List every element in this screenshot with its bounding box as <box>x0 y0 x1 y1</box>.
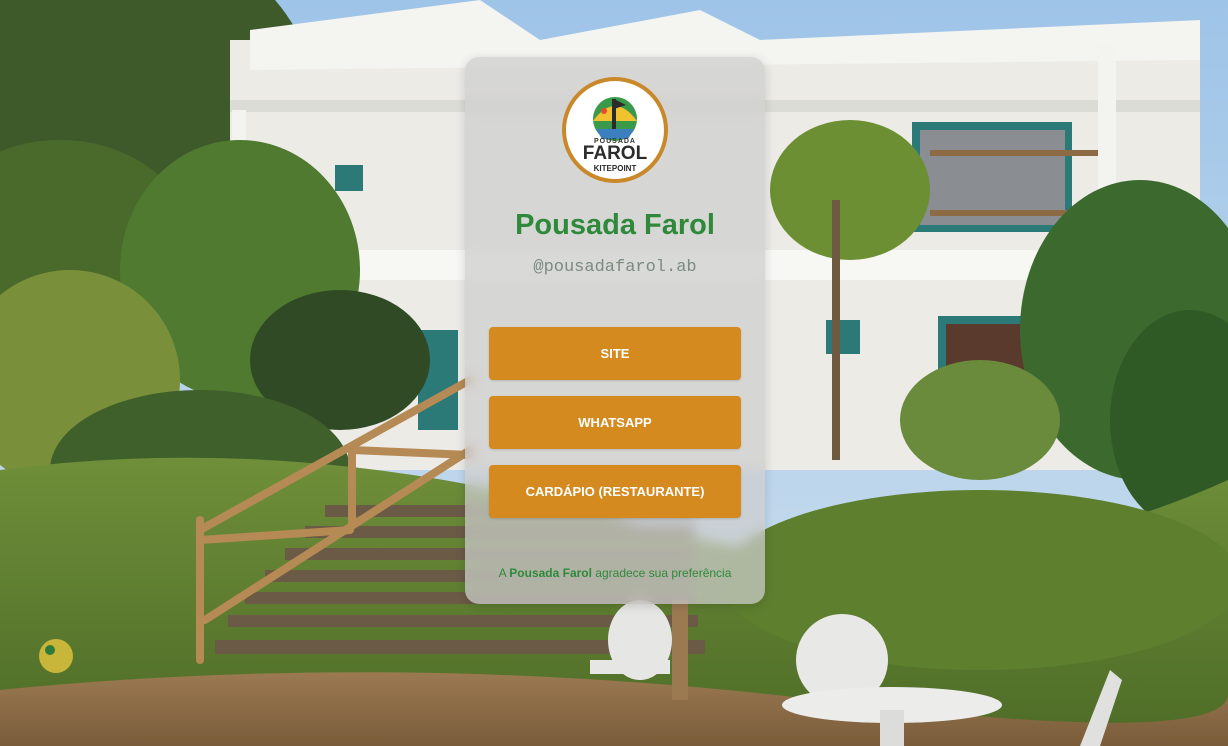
profile-card: POUSADA FAROL KITEPOINT Pousada Farol @p… <box>465 57 765 604</box>
footer-prefix: A <box>498 566 510 580</box>
whatsapp-link-button[interactable]: WHATSAPP <box>489 396 741 449</box>
menu-link-button[interactable]: CARDÁPIO (RESTAURANTE) <box>489 465 741 518</box>
logo-bottom-text: KITEPOINT <box>593 164 637 173</box>
pousada-farol-logo: POUSADA FAROL KITEPOINT <box>562 77 668 183</box>
footer-text: A Pousada Farol agradece sua preferência <box>465 566 765 580</box>
site-link-button[interactable]: SITE <box>489 327 741 380</box>
footer-brand: Pousada Farol <box>509 566 592 580</box>
footer-suffix: agradece sua preferência <box>591 566 732 580</box>
profile-handle: @pousadafarol.ab <box>533 258 697 277</box>
logo-main-text: FAROL <box>582 143 648 164</box>
profile-title: Pousada Farol <box>515 209 715 241</box>
